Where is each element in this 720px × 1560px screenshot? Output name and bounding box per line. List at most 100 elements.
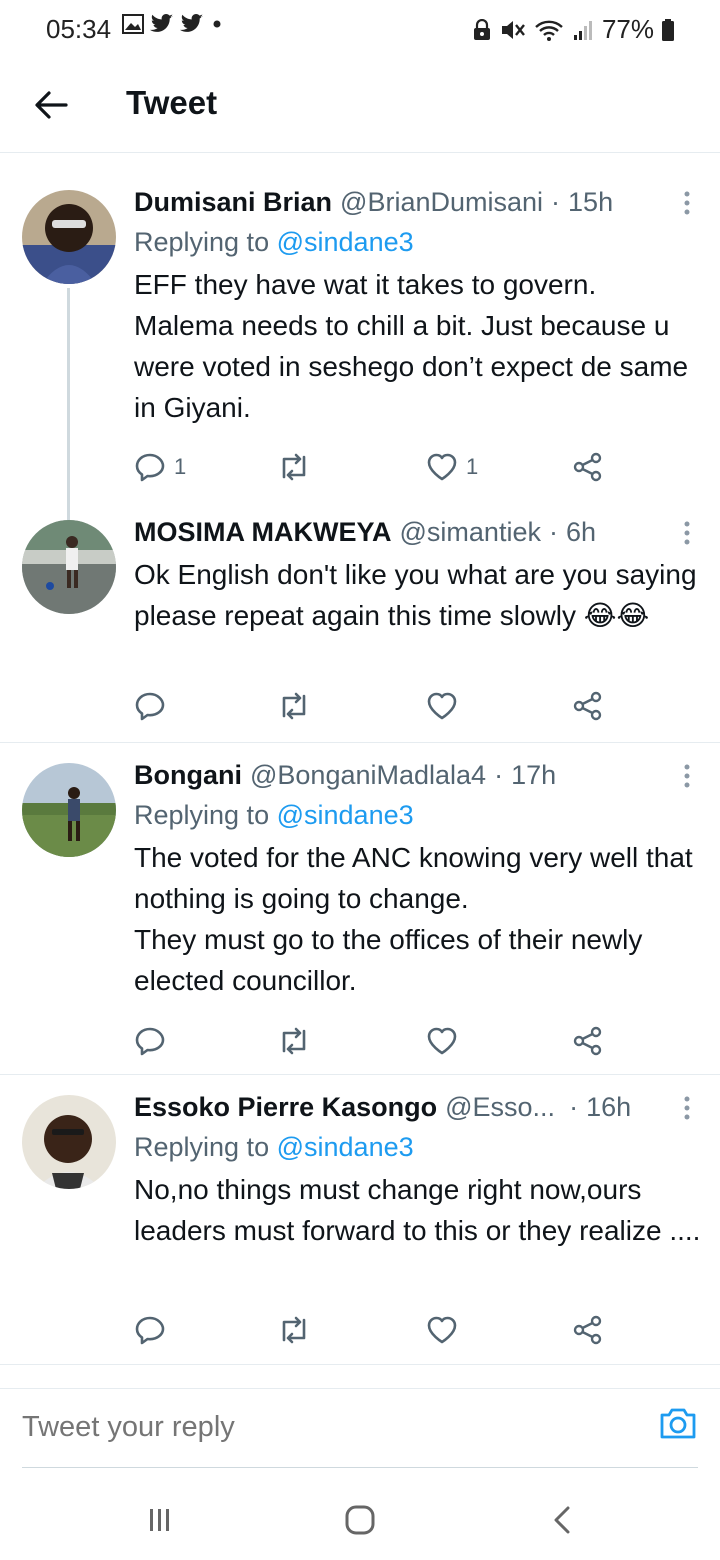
share-button[interactable] <box>572 686 604 726</box>
display-name[interactable]: Bongani <box>134 755 242 795</box>
nav-back-button[interactable] <box>542 1500 582 1540</box>
avatar[interactable] <box>22 1095 116 1189</box>
system-icons: 77% <box>472 14 674 45</box>
twitter-icon <box>180 14 203 32</box>
home-button[interactable] <box>340 1500 380 1540</box>
heart-icon <box>427 453 457 481</box>
more-options-button[interactable] <box>672 186 702 220</box>
lock-icon <box>473 18 490 40</box>
dot-icon <box>213 20 221 28</box>
reply-button[interactable] <box>134 1021 174 1061</box>
replying-to-mention[interactable]: @sindane3 <box>277 1132 414 1162</box>
user-handle[interactable]: @BrianDumisani <box>340 182 543 222</box>
reply-icon <box>135 453 165 482</box>
header-divider <box>0 152 720 153</box>
tweet-text: Ok English don't like you what are you s… <box>134 559 697 631</box>
recents-icon <box>150 1509 169 1531</box>
tweet-item[interactable]: Essoko Pierre Kasongo @Esso... · 16h Rep… <box>0 1087 720 1367</box>
reply-icon <box>135 1316 165 1345</box>
tweet-text: EFF they have wat it takes to govern. Ma… <box>134 269 689 423</box>
reply-icon <box>135 692 165 721</box>
retweet-button[interactable] <box>276 447 320 487</box>
replying-to-label: Replying to <box>134 1132 270 1162</box>
back-icon <box>554 1506 570 1534</box>
tweet-actions <box>134 1310 614 1350</box>
heart-icon <box>427 692 457 720</box>
tweet-text: No,no things must change right now,ours … <box>134 1174 701 1246</box>
retweet-button[interactable] <box>276 686 320 726</box>
avatar[interactable] <box>22 763 116 857</box>
replying-to: Replying to @sindane3 <box>134 222 702 262</box>
reply-button[interactable] <box>134 686 174 726</box>
replies-feed[interactable]: Dumisani Brian @BrianDumisani · 15h Repl… <box>0 160 720 1385</box>
like-button[interactable] <box>426 1310 466 1350</box>
status-time: 05:34 <box>46 14 112 44</box>
tweet-text-line: The voted for the ANC knowing very well … <box>134 842 693 914</box>
tweet-time[interactable]: 15h <box>568 182 613 222</box>
camera-icon <box>660 1408 696 1439</box>
replying-to-label: Replying to <box>134 227 270 257</box>
recents-button[interactable] <box>140 1500 180 1540</box>
reply-button[interactable]: 1 <box>134 447 186 487</box>
separator: · <box>569 1092 579 1122</box>
system-nav-bar <box>0 1470 720 1560</box>
share-icon <box>573 1026 602 1056</box>
replying-to: Replying to @sindane3 <box>134 795 702 835</box>
share-button[interactable] <box>572 1310 604 1350</box>
more-options-button[interactable] <box>672 1091 702 1125</box>
tweet-divider <box>0 1074 720 1075</box>
avatar[interactable] <box>22 520 116 614</box>
thread-line <box>67 288 70 520</box>
user-handle[interactable]: @simantiek <box>400 512 541 552</box>
share-icon <box>573 691 602 721</box>
app-bar: Tweet <box>0 70 720 140</box>
more-vertical-icon <box>684 191 690 215</box>
back-button[interactable] <box>28 82 74 128</box>
arrow-left-icon <box>35 91 68 119</box>
wifi-icon <box>535 20 563 41</box>
like-button[interactable] <box>426 686 466 726</box>
twitter-icon <box>150 14 173 32</box>
tweet-time[interactable]: 16h <box>586 1087 631 1127</box>
more-vertical-icon <box>684 1096 690 1120</box>
tweet-header: MOSIMA MAKWEYA @simantiek · 6h <box>134 512 702 552</box>
more-options-button[interactable] <box>672 516 702 550</box>
camera-button[interactable] <box>658 1403 698 1443</box>
user-handle[interactable]: @BonganiMadlala4 <box>250 755 486 795</box>
more-vertical-icon <box>684 764 690 788</box>
reply-input[interactable] <box>22 1411 582 1444</box>
user-handle[interactable]: @Esso... <box>445 1087 555 1127</box>
separator: · <box>551 187 561 217</box>
replying-to-mention[interactable]: @sindane3 <box>277 227 414 257</box>
signal-icon <box>573 20 592 40</box>
share-button[interactable] <box>572 447 604 487</box>
like-button[interactable]: 1 <box>426 447 478 487</box>
avatar[interactable] <box>22 190 116 284</box>
reply-underline <box>22 1467 698 1468</box>
tweet-text-line: They must go to the offices of their new… <box>134 924 643 996</box>
tweet-item[interactable]: MOSIMA MAKWEYA @simantiek · 6h Ok Englis… <box>0 512 720 742</box>
replying-to-mention[interactable]: @sindane3 <box>277 800 414 830</box>
tweet-actions <box>134 686 614 726</box>
image-icon <box>122 14 144 34</box>
tweet-header: Essoko Pierre Kasongo @Esso... · 16h <box>134 1087 702 1127</box>
tweet-divider <box>0 1364 720 1365</box>
heart-icon <box>427 1027 457 1055</box>
retweet-icon <box>282 1316 306 1344</box>
display-name[interactable]: Dumisani Brian <box>134 182 332 222</box>
retweet-icon <box>282 1027 306 1055</box>
notification-icons <box>122 14 224 34</box>
retweet-button[interactable] <box>276 1021 320 1061</box>
reply-count: 1 <box>174 454 187 479</box>
more-options-button[interactable] <box>672 759 702 793</box>
tweet-time[interactable]: 17h <box>511 755 556 795</box>
tweet-time[interactable]: 6h <box>566 512 596 552</box>
reply-button[interactable] <box>134 1310 174 1350</box>
like-button[interactable] <box>426 1021 466 1061</box>
display-name[interactable]: Essoko Pierre Kasongo <box>134 1087 437 1127</box>
tweet-item[interactable]: Bongani @BonganiMadlala4 · 17h Replying … <box>0 755 720 1070</box>
tweet-item[interactable]: Dumisani Brian @BrianDumisani · 15h Repl… <box>0 182 720 520</box>
display-name[interactable]: MOSIMA MAKWEYA <box>134 512 392 552</box>
share-button[interactable] <box>572 1021 604 1061</box>
retweet-button[interactable] <box>276 1310 320 1350</box>
